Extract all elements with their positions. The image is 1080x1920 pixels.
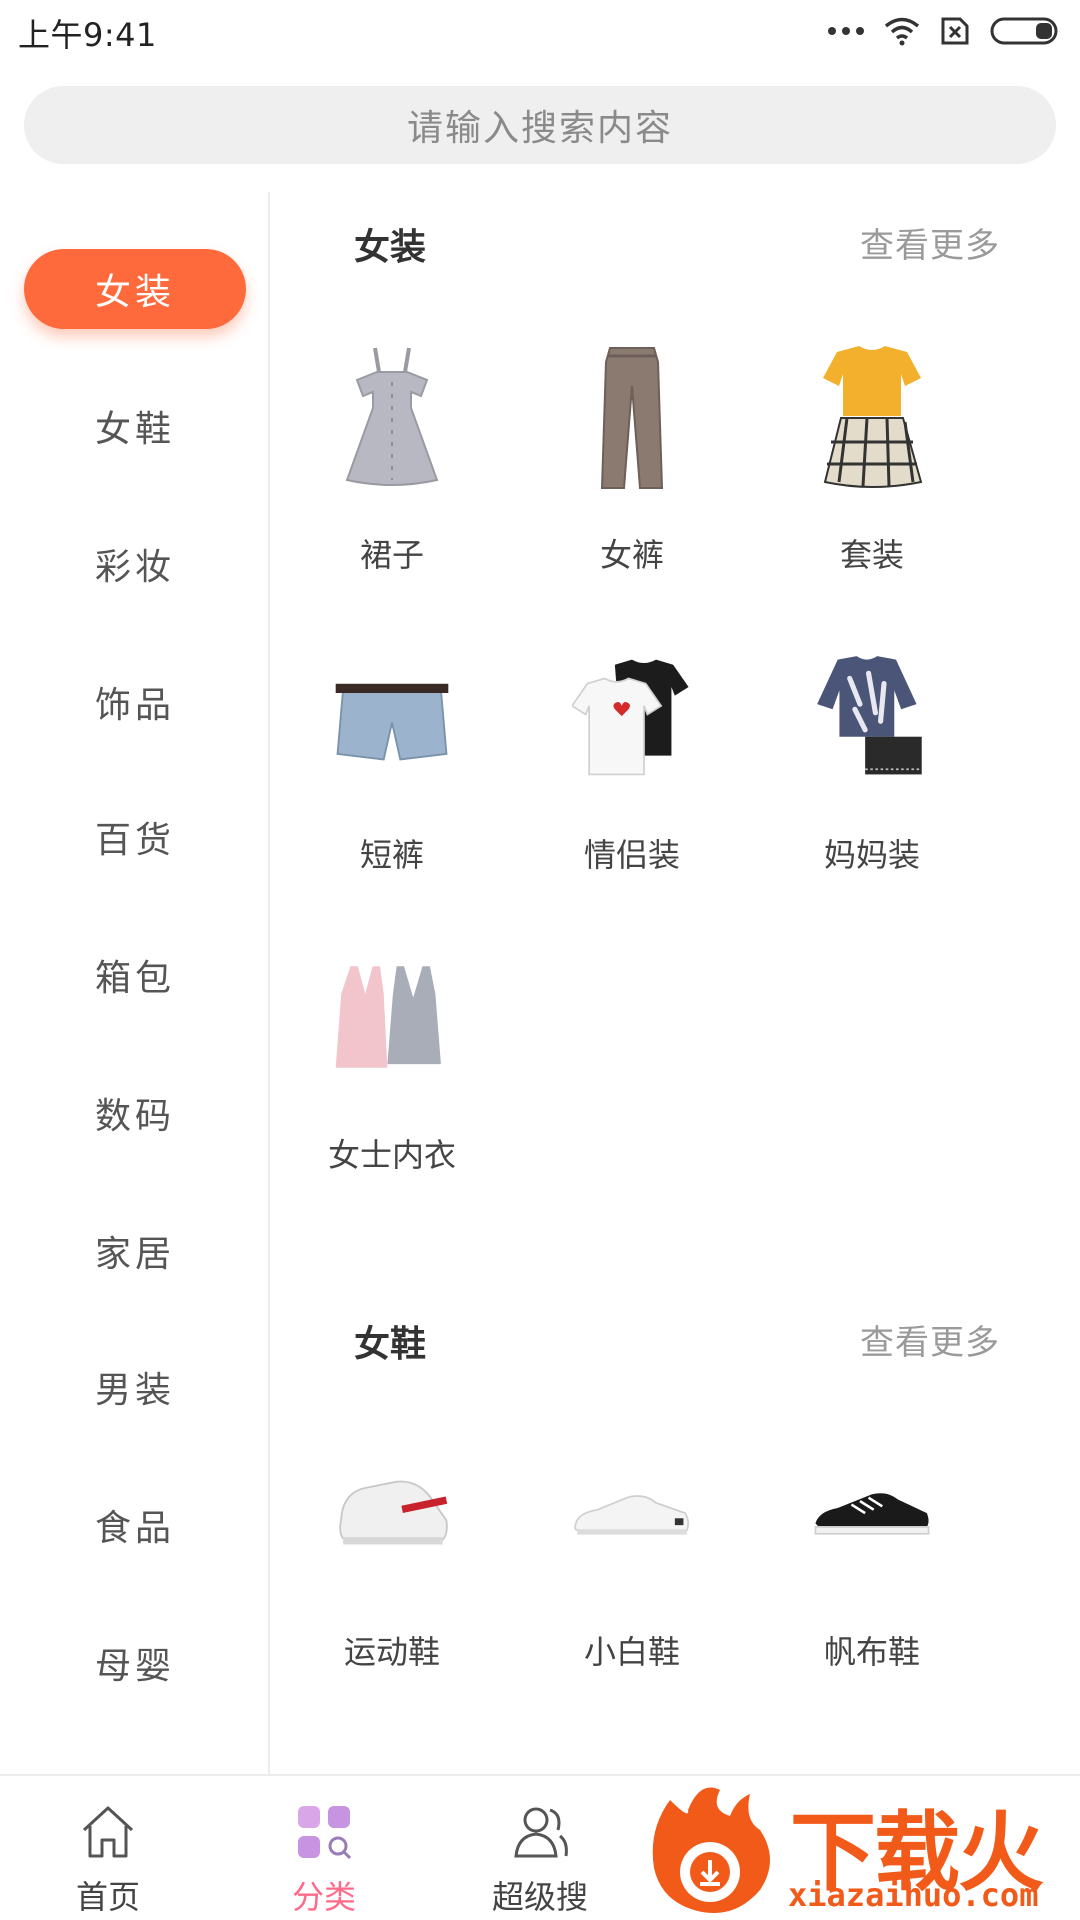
nav-home[interactable]: 首页	[0, 1776, 216, 1920]
no-sim-icon	[941, 17, 969, 45]
sidebar-item-digital[interactable]: 数码	[24, 1073, 246, 1153]
category-content: 女装 查看更多 裙子 女裤 套装 短裤 情侣装 妈妈装 女士内衣 女鞋 查看更多…	[272, 192, 1080, 1774]
watermark-logo: 下载火 xiazaihuo.com	[640, 1780, 1080, 1920]
subcategory-label: 情侣装	[583, 836, 680, 874]
couple-tshirt-icon	[572, 642, 692, 792]
subcategory-item[interactable]: 情侣装	[512, 602, 752, 902]
shorts-icon	[332, 642, 452, 792]
pants-icon	[572, 342, 692, 492]
outfit-set-icon	[812, 342, 932, 492]
subcategory-label: 套装	[839, 536, 904, 574]
sidebar-item-womens-shoes[interactable]: 女鞋	[24, 386, 246, 466]
canvas-shoe-icon	[812, 1439, 932, 1589]
sidebar-item-womens-clothing[interactable]: 女装	[24, 249, 246, 329]
section-title: 女装	[354, 227, 427, 268]
white-shoe-icon	[572, 1439, 692, 1589]
more-dots-icon	[828, 27, 864, 35]
subcategory-item[interactable]: 女士内衣	[272, 902, 512, 1202]
camisole-icon	[332, 942, 452, 1092]
subcategory-label: 运动鞋	[343, 1633, 440, 1671]
subcategory-item[interactable]: 妈妈装	[752, 602, 992, 902]
watermark-url: xiazaihuo.com	[788, 1876, 1039, 1914]
status-icons	[828, 14, 1062, 48]
sidebar-item-mens-clothing[interactable]: 男装	[24, 1347, 246, 1427]
flame-logo-icon	[652, 1787, 770, 1914]
subcategory-item[interactable]: 套装	[752, 302, 992, 602]
subcategory-item[interactable]: 运动鞋	[272, 1399, 512, 1699]
sidebar-item-makeup[interactable]: 彩妆	[24, 524, 246, 604]
subcategory-label: 短裤	[359, 836, 424, 874]
wifi-icon	[884, 17, 920, 46]
view-more-link[interactable]: 查看更多	[860, 218, 1000, 267]
subcategory-label: 女士内衣	[327, 1136, 456, 1174]
search-input[interactable]: 请输入搜索内容	[24, 86, 1056, 164]
view-more-link[interactable]: 查看更多	[860, 1315, 1000, 1364]
nav-category[interactable]: 分类	[216, 1776, 432, 1920]
sidebar-item-bags[interactable]: 箱包	[24, 935, 246, 1015]
subcategory-item[interactable]: 裙子	[272, 302, 512, 602]
nav-super-search[interactable]: 超级搜	[432, 1776, 648, 1920]
sidebar-item-food[interactable]: 食品	[24, 1485, 246, 1565]
subcategory-label: 女裤	[599, 536, 664, 574]
category-sidebar: 女装 女鞋 彩妆 饰品 百货 箱包 数码 家居 男装 食品 母婴	[0, 192, 270, 1774]
nav-label: 首页	[75, 1878, 140, 1916]
users-icon	[514, 1807, 568, 1858]
subcategory-label: 帆布鞋	[823, 1633, 920, 1671]
home-icon	[82, 1806, 134, 1858]
battery-icon	[990, 17, 1058, 45]
subcategory-item[interactable]: 帆布鞋	[752, 1399, 992, 1699]
sidebar-item-mother-baby[interactable]: 母婴	[24, 1623, 246, 1703]
status-bar: 上午9:41	[0, 0, 1080, 62]
mom-outfit-icon	[812, 642, 932, 792]
status-time: 上午9:41	[18, 16, 157, 54]
sidebar-item-home[interactable]: 家居	[24, 1211, 246, 1291]
subcategory-label: 妈妈装	[823, 836, 920, 874]
subcategory-label: 小白鞋	[583, 1633, 680, 1671]
sidebar-item-general-goods[interactable]: 百货	[24, 797, 246, 877]
sneaker-icon	[332, 1439, 452, 1589]
dress-icon	[332, 342, 452, 492]
subcategory-item[interactable]: 短裤	[272, 602, 512, 902]
section-title: 女鞋	[354, 1324, 427, 1365]
category-icon	[298, 1806, 352, 1860]
subcategory-item[interactable]: 女裤	[512, 302, 752, 602]
nav-label: 超级搜	[491, 1878, 588, 1916]
nav-label: 分类	[291, 1878, 356, 1916]
subcategory-label: 裙子	[359, 536, 424, 574]
sidebar-item-accessories[interactable]: 饰品	[24, 662, 246, 742]
search-placeholder: 请输入搜索内容	[406, 108, 673, 149]
subcategory-item[interactable]: 小白鞋	[512, 1399, 752, 1699]
